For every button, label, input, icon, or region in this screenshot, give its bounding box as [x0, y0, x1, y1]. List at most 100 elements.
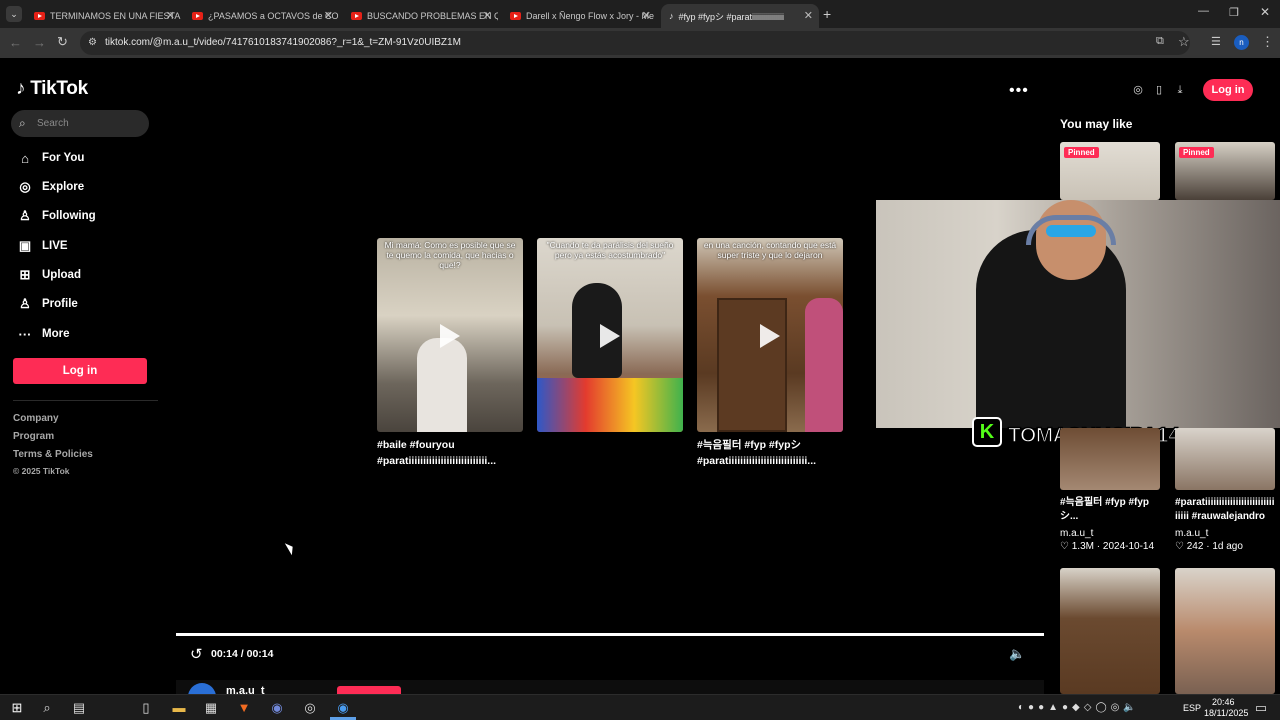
browser-tab[interactable]: Darell x Ñengo Flow x Jory - Me ✕ — [502, 4, 657, 28]
copyright: © 2025 TikTok — [13, 466, 70, 476]
close-tab-icon[interactable]: ✕ — [483, 9, 492, 22]
nav-upload[interactable]: ⊞ Upload — [16, 265, 81, 285]
nav-label: Following — [42, 210, 96, 222]
download-icon[interactable]: ⤓ — [1169, 79, 1191, 101]
language-indicator[interactable]: ESP — [1183, 703, 1201, 713]
site-info-icon[interactable]: ⚙ — [88, 31, 97, 55]
folder-icon[interactable]: ▬ — [170, 699, 188, 717]
avatar[interactable] — [188, 683, 216, 694]
replay-icon[interactable]: ↺ — [190, 645, 203, 663]
video-title-line: #paratiiiiiiiiiiiiiiiiiiiiiiiiiii... — [697, 455, 817, 467]
back-icon[interactable]: ← — [9, 35, 22, 50]
nav-following[interactable]: ♙ Following — [16, 206, 96, 226]
related-video-card[interactable]: "Cuando te da parálisis del sueño pero y… — [537, 238, 683, 432]
footer-link-company[interactable]: Company — [13, 413, 59, 424]
close-tab-icon[interactable]: ✕ — [804, 9, 813, 22]
login-button[interactable]: Log in — [13, 358, 147, 384]
recommended-video-thumb[interactable] — [1175, 428, 1275, 490]
mouse-cursor — [284, 540, 297, 556]
address-bar[interactable]: ⚙ tiktok.com/@m.a.u_t/video/741761018374… — [80, 31, 1190, 55]
tiktok-logo[interactable]: ♪ TikTok — [16, 78, 88, 100]
new-tab-icon[interactable]: + — [823, 6, 831, 22]
chrome-icon[interactable]: ◉ — [334, 699, 352, 717]
search-icon[interactable]: ⌕ — [38, 699, 56, 717]
reload-icon[interactable]: ↻ — [57, 34, 68, 50]
minimize-icon[interactable]: — — [1198, 5, 1209, 17]
recommended-title[interactable]: #paratiiiiiiiiiiiiiiiiiiiiiiiii iiiii #r… — [1175, 496, 1277, 524]
browser-tab-active[interactable]: ♪ #fyp #fypシ #paratiiiiiiiiiiiiiiii ✕ — [661, 4, 819, 28]
browser-tab[interactable]: BUSCANDO PROBLEMAS EN QU ✕ — [343, 4, 498, 28]
volume-icon[interactable]: 🔈 — [1009, 646, 1025, 662]
video-title[interactable]: #늑음필터 #fyp #fypシ #paratiiiiiiiiiiiiiiiii… — [697, 437, 816, 469]
store-icon[interactable]: ▦ — [202, 699, 220, 717]
video-time: 00:14 / 00:14 — [211, 648, 274, 660]
wardrobe-figure — [717, 298, 787, 432]
clock-date[interactable]: 18/11/2025 — [1204, 708, 1248, 718]
author-name[interactable]: m.a.u_t — [226, 685, 265, 694]
file-icon[interactable]: ▯ — [137, 699, 155, 717]
brave-icon[interactable]: ▼ — [235, 699, 253, 717]
follow-button[interactable] — [337, 686, 401, 694]
reading-list-icon[interactable]: ☰ — [1211, 35, 1221, 48]
nav-label: Profile — [42, 298, 78, 310]
youtube-icon — [192, 12, 203, 20]
recommended-author[interactable]: m.a.u_t — [1060, 527, 1093, 541]
video-progress-bar[interactable] — [176, 633, 1044, 636]
recommended-video-thumb[interactable]: Pinned — [1175, 142, 1275, 200]
nav-for-you[interactable]: ⌂ For You — [16, 148, 84, 168]
more-options-icon[interactable]: ••• — [1009, 82, 1029, 100]
nav-label: For You — [42, 152, 85, 164]
divider — [13, 400, 158, 401]
search-icon: ⌕ — [19, 116, 26, 130]
bookmark-star-icon[interactable]: ☆ — [1178, 34, 1190, 50]
login-button-top[interactable]: Log in — [1203, 79, 1253, 101]
close-window-icon[interactable]: ✕ — [1260, 5, 1270, 19]
install-app-icon[interactable]: ⧉ — [1156, 35, 1164, 48]
start-icon[interactable]: ⊞ — [8, 699, 26, 717]
footer-link-program[interactable]: Program — [13, 431, 54, 442]
tray-icons[interactable]: ◐●●▲●◆◇◯◎🔈 — [1018, 699, 1178, 717]
related-video-card[interactable]: Mi mamá: Como es posible que se te quemo… — [377, 238, 523, 432]
nav-profile[interactable]: ♙ Profile — [16, 294, 78, 314]
browser-tab[interactable]: TERMINAMOS EN UNA FIESTA ✕ — [26, 4, 181, 28]
person-figure — [805, 298, 843, 432]
forward-icon[interactable]: → — [33, 35, 46, 50]
kebab-menu-icon[interactable]: ⋮ — [1261, 34, 1274, 50]
related-video-card[interactable]: en una canción, contando que está super … — [697, 238, 843, 432]
nav-more[interactable]: ··· More — [16, 324, 70, 344]
close-tab-icon[interactable]: ✕ — [642, 9, 651, 22]
nav-live[interactable]: ▣ LIVE — [16, 236, 68, 256]
recommended-video-thumb[interactable] — [1175, 568, 1275, 694]
clock-time[interactable]: 20:46 — [1212, 697, 1235, 707]
recommended-video-thumb[interactable] — [1060, 428, 1160, 490]
restore-icon[interactable]: ❐ — [1229, 6, 1239, 19]
play-icon[interactable] — [440, 324, 460, 348]
recommended-author[interactable]: m.a.u_t — [1175, 527, 1208, 541]
video-title[interactable]: #baile #fouryou #paratiiiiiiiiiiiiiiiiii… — [377, 437, 496, 469]
youtube-icon — [510, 12, 521, 20]
recommended-video-thumb[interactable]: Pinned — [1060, 142, 1160, 200]
video-caption: "Cuando te da parálisis del sueño pero y… — [546, 240, 674, 260]
tab-title: #fyp #fypシ #paratiiiiiiiiiiiiiiii — [678, 11, 785, 22]
discord-icon[interactable]: ◉ — [268, 699, 286, 717]
phone-icon[interactable]: ▯ — [1148, 79, 1170, 101]
compass-icon[interactable]: ◎ — [1127, 79, 1149, 101]
profile-avatar[interactable]: n — [1234, 35, 1249, 50]
footer-link-terms[interactable]: Terms & Policies — [13, 449, 93, 460]
browser-toolbar: ← → ↻ ⚙ tiktok.com/@m.a.u_t/video/741761… — [0, 28, 1280, 58]
task-view-icon[interactable]: ▤ — [70, 699, 88, 717]
close-tab-icon[interactable]: ✕ — [324, 9, 333, 22]
recommended-title[interactable]: #늑음필터 #fyp #fyp シ... — [1060, 496, 1160, 524]
recommended-video-thumb[interactable] — [1060, 568, 1160, 694]
play-icon[interactable] — [600, 324, 620, 348]
tab-search-button[interactable]: ⌄ — [6, 6, 22, 22]
nav-label: Explore — [42, 181, 85, 193]
obs-icon[interactable]: ◎ — [301, 699, 319, 717]
play-icon[interactable] — [760, 324, 780, 348]
nav-explore[interactable]: ◎ Explore — [16, 177, 84, 197]
notification-icon[interactable]: ▭ — [1252, 699, 1270, 717]
close-tab-icon[interactable]: ✕ — [166, 9, 175, 22]
search-input[interactable]: ⌕ Search — [11, 110, 149, 137]
browser-tab[interactable]: ¿PASAMOS a OCTAVOS de COPA ✕ — [184, 4, 339, 28]
separator: · — [1206, 541, 1210, 552]
